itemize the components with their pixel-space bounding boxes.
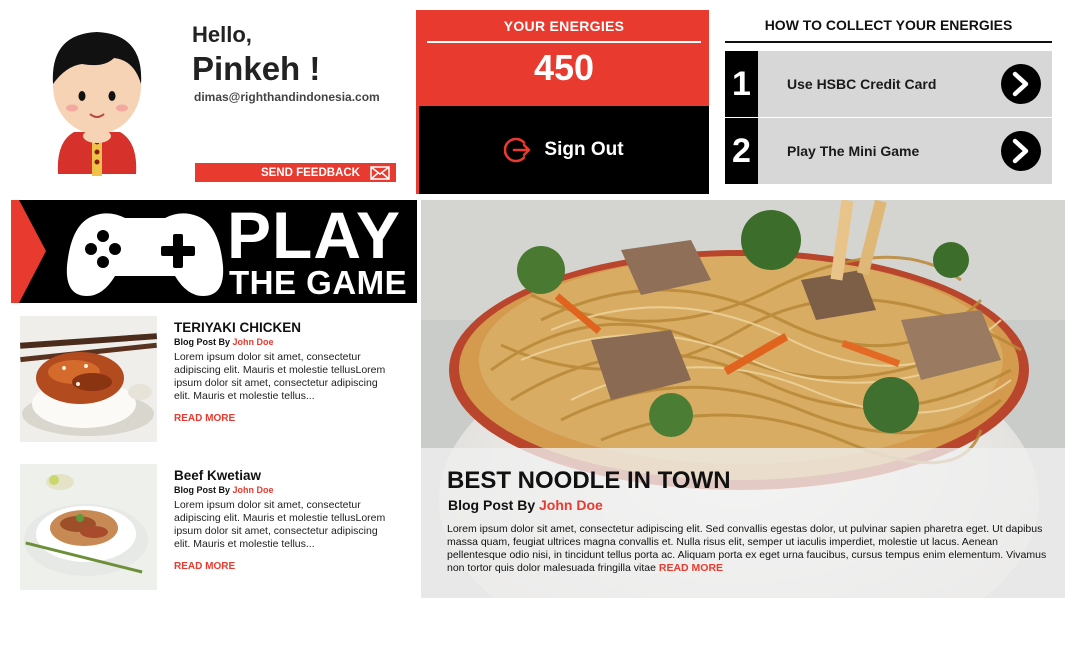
play-word: PLAY — [227, 200, 401, 272]
collect-item-number: 2 — [725, 118, 758, 184]
post-thumbnail[interactable] — [20, 316, 157, 442]
post-excerpt: Lorem ipsum dolor sit amet, consectetur … — [174, 351, 386, 402]
post-title[interactable]: Beef Kwetiaw — [174, 468, 389, 483]
read-more-link[interactable]: READ MORE — [174, 413, 389, 424]
arrow-right-circle-icon[interactable] — [1000, 130, 1042, 172]
post-excerpt: Lorem ipsum dolor sit amet, consectetur … — [174, 499, 386, 550]
byline-label: Blog Post By — [174, 337, 231, 347]
divider — [725, 41, 1052, 43]
energies-panel: YOUR ENERGIES 450 Sign Out — [416, 10, 709, 194]
user-email: dimas@righthandindonesia.com — [194, 90, 380, 104]
avatar — [42, 24, 152, 184]
send-feedback-label: SEND FEEDBACK — [260, 166, 360, 179]
post-author-link[interactable]: John Doe — [233, 337, 274, 347]
energies-value: 450 — [533, 47, 595, 88]
send-feedback-button[interactable]: SEND FEEDBACK — [195, 163, 396, 182]
gamepad-icon — [66, 213, 224, 296]
post-body: TERIYAKI CHICKEN Blog Post By John Doe L… — [174, 320, 389, 424]
user-name: Pinkeh ! — [192, 50, 321, 87]
post-byline: Blog Post By John Doe — [174, 485, 389, 495]
post-byline: Blog Post By John Doe — [174, 337, 389, 347]
sign-out-button[interactable]: Sign Out — [419, 106, 709, 194]
divider — [427, 41, 701, 43]
read-more-link[interactable]: READ MORE — [174, 561, 389, 572]
collect-item-label: Play The Mini Game — [787, 143, 920, 159]
hero-excerpt-text: Lorem ipsum dolor sit amet, consectetur … — [447, 523, 1047, 574]
byline-label: Blog Post By — [174, 485, 231, 495]
envelope-icon — [370, 165, 390, 180]
sign-out-label: Sign Out — [544, 139, 624, 160]
collect-item-label: Use HSBC Credit Card — [787, 76, 937, 92]
hero-excerpt: Lorem ipsum dolor sit amet, consectetur … — [447, 523, 1047, 575]
greeting: Hello, — [192, 22, 252, 47]
post-thumbnail[interactable] — [20, 464, 157, 590]
post-author-link[interactable]: John Doe — [233, 485, 274, 495]
post-body: Beef Kwetiaw Blog Post By John Doe Lorem… — [174, 468, 389, 572]
hero-author-link[interactable]: John Doe — [539, 497, 603, 513]
featured-post: BEST NOODLE IN TOWN Blog Post By John Do… — [421, 200, 1065, 598]
collect-title: HOW TO COLLECT YOUR ENERGIES — [764, 17, 1013, 33]
arrow-right-circle-icon[interactable] — [1000, 63, 1042, 105]
post-title[interactable]: TERIYAKI CHICKEN — [174, 320, 389, 335]
hero-byline: Blog Post By John Doe — [448, 497, 603, 513]
play-subtitle: THE GAME — [229, 264, 408, 301]
collect-item-mini-game[interactable]: 2 Play The Mini Game — [725, 118, 1052, 184]
hero-caption: BEST NOODLE IN TOWN Blog Post By John Do… — [421, 448, 1065, 598]
energies-header: YOUR ENERGIES 450 — [419, 10, 709, 106]
byline-label: Blog Post By — [448, 497, 536, 513]
hero-title[interactable]: BEST NOODLE IN TOWN — [447, 467, 731, 495]
play-the-game-banner[interactable]: PLAY THE GAME — [11, 200, 417, 303]
energies-label: YOUR ENERGIES — [503, 18, 625, 34]
read-more-link[interactable]: READ MORE — [659, 562, 723, 574]
collect-item-credit-card[interactable]: 1 Use HSBC Credit Card — [725, 51, 1052, 117]
chevron-right-icon — [11, 200, 46, 303]
sign-out-icon — [504, 137, 531, 163]
collect-item-number: 1 — [725, 51, 758, 117]
